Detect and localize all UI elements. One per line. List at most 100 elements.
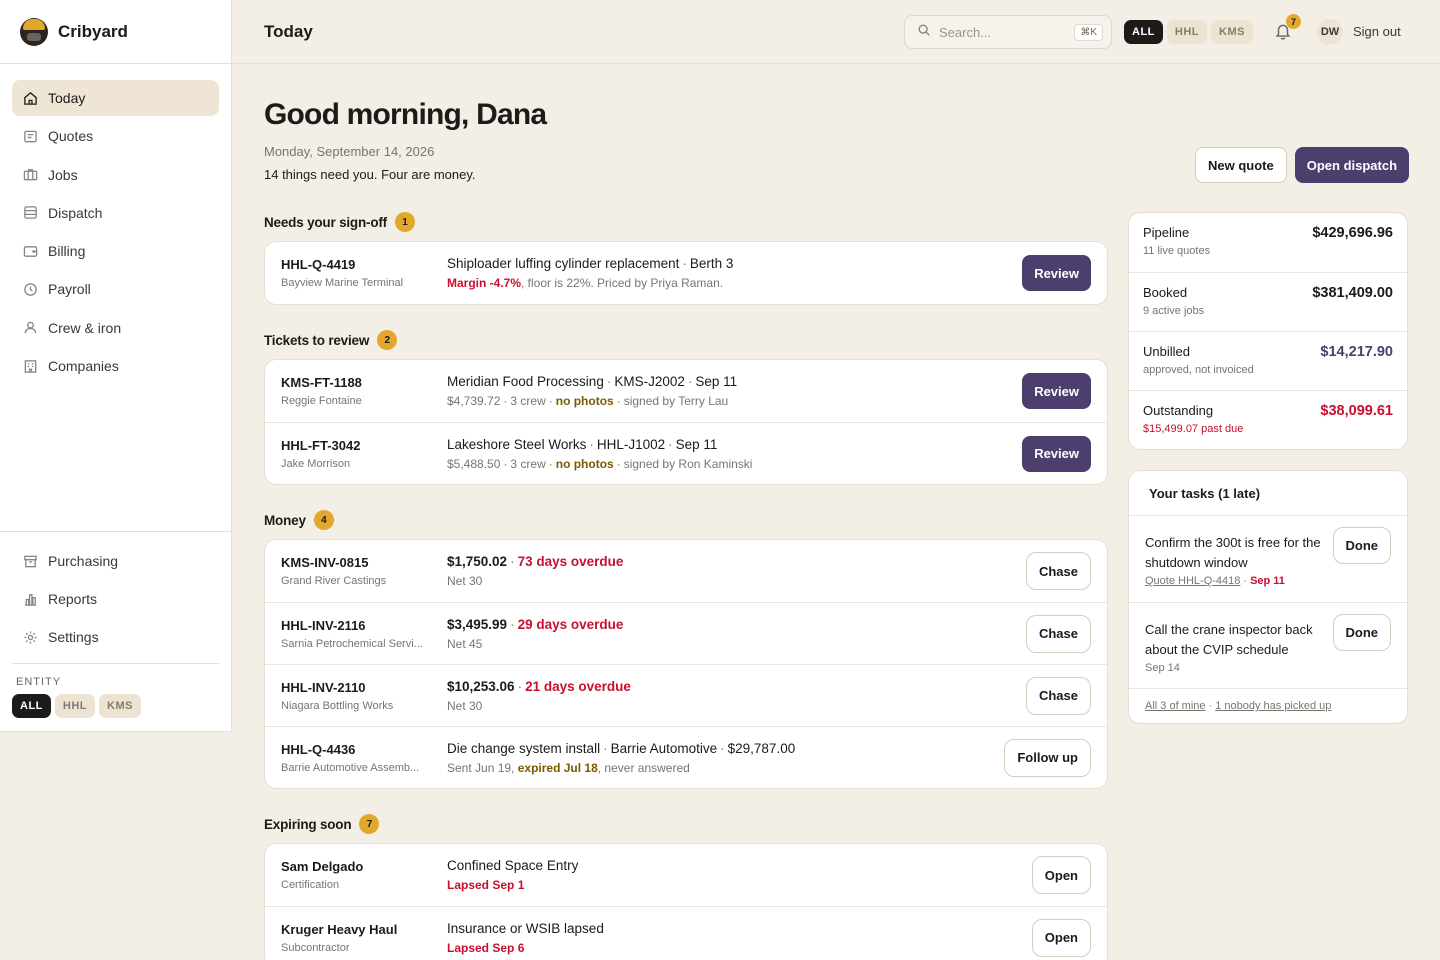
briefcase-icon	[22, 167, 38, 183]
sidebar-item-label: Dispatch	[48, 204, 103, 221]
row-customer: Meridian Food Processing	[447, 374, 604, 389]
follow-up-button[interactable]: Follow up	[1004, 738, 1091, 777]
row-job: KMS-J2002	[614, 374, 685, 389]
table-row: Sam Delgado Certification Confined Space…	[265, 844, 1107, 906]
stat-sub: $15,499.07 past due	[1143, 423, 1244, 435]
row-company: Barrie Automotive Assemb...	[281, 761, 420, 774]
page-title: Today	[264, 21, 313, 41]
stat-label: Pipeline	[1143, 225, 1190, 240]
row-company: Bayview Marine Terminal	[281, 277, 404, 289]
stat-value: $38,099.61	[1320, 403, 1393, 419]
task-item: Confirm the 300t is free for the shutdow…	[1129, 516, 1407, 603]
table-row: Kruger Heavy Haul Subcontractor Insuranc…	[265, 906, 1107, 960]
row-amount: $10,253.06	[447, 678, 515, 694]
row-amount: $1,750.02	[447, 554, 508, 569]
row-id: KMS-INV-0815	[281, 555, 369, 570]
stat-sub: approved, not invoiced	[1143, 364, 1254, 376]
stat-sub: 9 active jobs	[1143, 305, 1205, 317]
sidebar-item-label: Billing	[48, 243, 86, 260]
header-pill-all[interactable]: ALL	[1124, 20, 1163, 44]
page-actions: New quote Open dispatch	[1195, 147, 1410, 183]
entity-pill-all[interactable]: ALL	[12, 694, 51, 718]
sidebar-item-purchasing[interactable]: Purchasing	[12, 543, 219, 579]
open-dispatch-button[interactable]: Open dispatch	[1294, 147, 1410, 183]
search-box[interactable]: ⌘K	[904, 15, 1112, 49]
review-button[interactable]: Review	[1022, 373, 1091, 409]
row-person: Jake Morrison	[281, 457, 351, 470]
done-button[interactable]: Done	[1332, 614, 1391, 651]
table-row: HHL-INV-2110 Niagara Bottling Works $10,…	[265, 664, 1107, 726]
sidebar-item-jobs[interactable]: Jobs	[12, 157, 219, 193]
task-item: Call the crane inspector back about the …	[1129, 603, 1407, 689]
sidebar-item-quotes[interactable]: Quotes	[12, 118, 219, 154]
header-pill-kms[interactable]: KMS	[1211, 20, 1253, 44]
task-date: Sep 11	[1250, 575, 1285, 587]
sidebar-item-crew[interactable]: Crew & iron	[12, 310, 219, 346]
sidebar-item-label: Companies	[48, 358, 119, 375]
new-quote-button[interactable]: New quote	[1195, 147, 1287, 183]
open-button[interactable]: Open	[1031, 856, 1091, 894]
sidebar-item-settings[interactable]: Settings	[12, 619, 219, 655]
avatar[interactable]: DW	[1317, 19, 1343, 45]
sidebar-item-payroll[interactable]: Payroll	[12, 271, 219, 307]
sidebar-lower: Purchasing Reports Settings ENTITY ALL H…	[0, 531, 231, 718]
sidebar-item-dispatch[interactable]: Dispatch	[12, 195, 219, 231]
header-pill-hhl[interactable]: HHL	[1166, 20, 1207, 44]
sidebar-item-label: Payroll	[48, 281, 91, 298]
sidebar-item-reports[interactable]: Reports	[12, 581, 219, 617]
stat-outstanding[interactable]: Outstanding $15,499.07 past due $38,099.6…	[1129, 390, 1407, 449]
entity-pill-hhl[interactable]: HHL	[54, 694, 95, 718]
task-text: Confirm the 300t is free for the shutdow…	[1145, 535, 1321, 570]
row-amount: $3,495.99	[447, 616, 508, 632]
table-row: HHL-INV-2116 Sarnia Petrochemical Servi.…	[265, 602, 1107, 664]
open-button[interactable]: Open	[1031, 918, 1091, 957]
row-type: Subcontractor	[281, 941, 350, 954]
sidebar-item-today[interactable]: Today	[12, 80, 219, 116]
row-customer: Lakeshore Steel Works	[447, 436, 587, 452]
row-flag: no photos	[555, 456, 614, 471]
unassigned-link[interactable]: 1 nobody has picked up	[1215, 700, 1331, 712]
dispatch-icon	[22, 205, 38, 221]
chart-icon	[22, 591, 38, 607]
done-button[interactable]: Done	[1332, 527, 1391, 564]
section-label: Tickets to review	[264, 332, 370, 348]
review-button[interactable]: Review	[1022, 435, 1091, 472]
sidebar-item-billing[interactable]: Billing	[12, 233, 219, 269]
box-icon	[22, 553, 38, 569]
section-signoff-title: Needs your sign-off 1	[264, 212, 1108, 232]
stat-pipeline[interactable]: Pipeline 11 live quotes $429,696.96	[1129, 213, 1407, 272]
entity-pill-kms[interactable]: KMS	[99, 694, 141, 718]
stat-booked[interactable]: Booked 9 active jobs $381,409.00	[1129, 272, 1407, 331]
search-input[interactable]	[939, 24, 1069, 40]
review-button[interactable]: Review	[1022, 255, 1091, 291]
sign-out-link[interactable]: Sign out	[1353, 24, 1401, 39]
margin-warning: Margin -4.7%	[447, 276, 522, 290]
stat-label: Unbilled	[1143, 344, 1190, 359]
sidebar: Cribyard Today Quotes Jobs Dispatch Bill…	[0, 0, 232, 732]
all-mine-link[interactable]: All 3 of mine	[1145, 700, 1206, 712]
sidebar-item-label: Jobs	[48, 166, 78, 183]
chase-button[interactable]: Chase	[1025, 552, 1091, 590]
sidebar-item-label: Quotes	[48, 128, 94, 145]
overdue-status: 21 days overdue	[525, 678, 631, 694]
section-label: Needs your sign-off	[264, 214, 387, 230]
stat-sub: 11 live quotes	[1143, 245, 1211, 257]
chase-button[interactable]: Chase	[1025, 676, 1091, 715]
row-customer: Barrie Automotive	[610, 740, 718, 756]
stat-unbilled[interactable]: Unbilled approved, not invoiced $14,217.9…	[1129, 331, 1407, 390]
row-signed: signed by Terry Lau	[623, 394, 729, 408]
task-link[interactable]: Quote HHL-Q-4418	[1145, 575, 1240, 587]
row-crew: 3 crew	[510, 394, 546, 408]
row-id: HHL-Q-4436	[281, 741, 356, 757]
stat-label: Outstanding	[1143, 403, 1214, 418]
brand[interactable]: Cribyard	[0, 0, 231, 64]
chase-button[interactable]: Chase	[1025, 614, 1091, 653]
building-icon	[22, 358, 38, 374]
stat-label: Booked	[1143, 285, 1188, 300]
section-expiring-title: Expiring soon 7	[264, 814, 1108, 834]
row-title: Die change system install	[447, 740, 601, 756]
row-id: HHL-INV-2116	[281, 617, 366, 633]
row-person: Reggie Fontaine	[281, 395, 362, 407]
row-amount: $5,488.50	[447, 456, 501, 471]
sidebar-item-companies[interactable]: Companies	[12, 348, 219, 384]
